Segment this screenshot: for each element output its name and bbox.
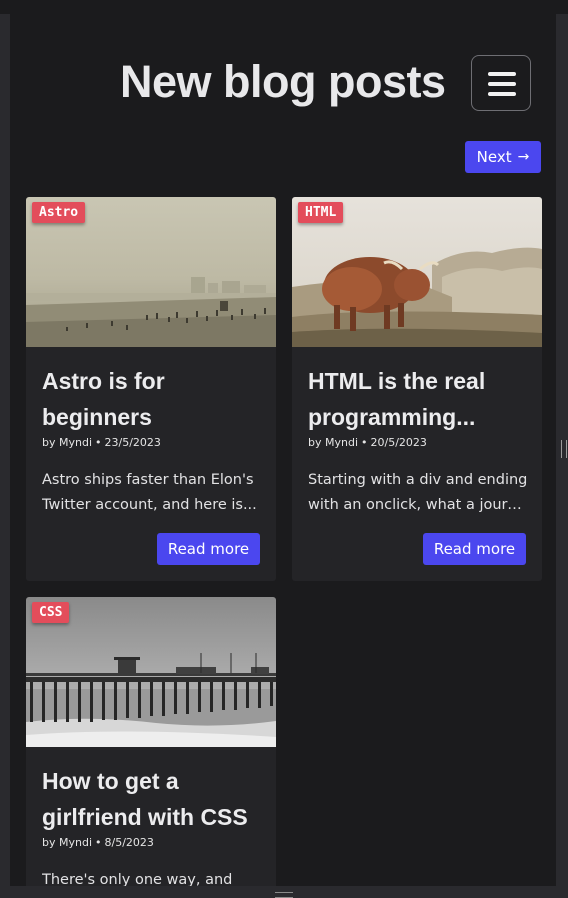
next-button-label: Next: [476, 148, 512, 166]
post-excerpt-line: Twitter account, and here is...: [42, 497, 257, 513]
post-title[interactable]: How to get a girlfriend with CSS: [42, 763, 264, 835]
post-meta: by Myndi • 8/5/2023: [42, 836, 154, 849]
post-image-highland-cow[interactable]: HTML: [292, 197, 542, 347]
post-excerpt: Starting with a div and ending with an o…: [308, 468, 530, 518]
post-author: by Myndi: [42, 836, 92, 849]
post-excerpt-line: Starting with a div and ending: [308, 472, 528, 488]
bullet-separator-icon: •: [95, 836, 102, 849]
post-title[interactable]: HTML is the real programming...: [308, 363, 530, 435]
site-header: New blog posts: [10, 32, 556, 122]
post-card: HTML HTML is the real programming... by …: [292, 197, 542, 581]
post-excerpt-line: There's only one way, and: [42, 872, 233, 886]
arrow-right-icon: →: [517, 149, 530, 165]
post-card: CSS How to get a girlfriend with CSS by …: [26, 597, 276, 886]
post-meta: by Myndi • 23/5/2023: [42, 436, 161, 449]
bullet-separator-icon: •: [361, 436, 368, 449]
post-card: Astro Astro is for beginners by Myndi • 23…: [26, 197, 276, 581]
read-more-button[interactable]: Read more: [157, 533, 260, 565]
hamburger-menu-icon-bar: [488, 82, 516, 86]
bullet-separator-icon: •: [95, 436, 102, 449]
post-title-line: programming...: [308, 404, 476, 430]
hamburger-menu-icon-bar: [488, 92, 516, 96]
post-title-line: How to get a: [42, 768, 179, 794]
post-meta: by Myndi • 20/5/2023: [308, 436, 427, 449]
post-date: 8/5/2023: [104, 836, 154, 849]
vertical-resize-handle[interactable]: [561, 440, 567, 458]
post-excerpt: There's only one way, and: [42, 868, 264, 886]
next-page-button[interactable]: Next →: [465, 141, 541, 173]
post-title[interactable]: Astro is for beginners: [42, 363, 264, 435]
post-excerpt-line: Astro ships faster than Elon's: [42, 472, 254, 488]
category-tag[interactable]: Astro: [32, 202, 86, 223]
post-date: 20/5/2023: [370, 436, 427, 449]
post-author: by Myndi: [308, 436, 358, 449]
post-date: 23/5/2023: [104, 436, 161, 449]
post-author: by Myndi: [42, 436, 92, 449]
read-more-button[interactable]: Read more: [423, 533, 526, 565]
post-title-line: girlfriend with CSS: [42, 804, 248, 830]
category-tag[interactable]: HTML: [298, 202, 344, 223]
post-excerpt-line: with an onclick, what a journey.: [308, 497, 530, 513]
post-title-line: beginners: [42, 404, 152, 430]
post-excerpt: Astro ships faster than Elon's Twitter a…: [42, 468, 264, 518]
post-image-pier[interactable]: CSS: [26, 597, 276, 747]
hamburger-menu-button[interactable]: [471, 55, 531, 111]
page-viewport: New blog posts Next → Astro Astro is for…: [10, 14, 556, 886]
window-top-bar: [0, 0, 568, 14]
post-title-line: HTML is the real: [308, 368, 486, 394]
category-tag[interactable]: CSS: [32, 602, 70, 623]
hamburger-menu-icon: [488, 72, 516, 76]
page-title: New blog posts: [120, 56, 446, 107]
post-image-foggy-beach[interactable]: Astro: [26, 197, 276, 347]
horizontal-resize-handle[interactable]: [275, 892, 293, 898]
post-title-line: Astro is for: [42, 368, 165, 394]
